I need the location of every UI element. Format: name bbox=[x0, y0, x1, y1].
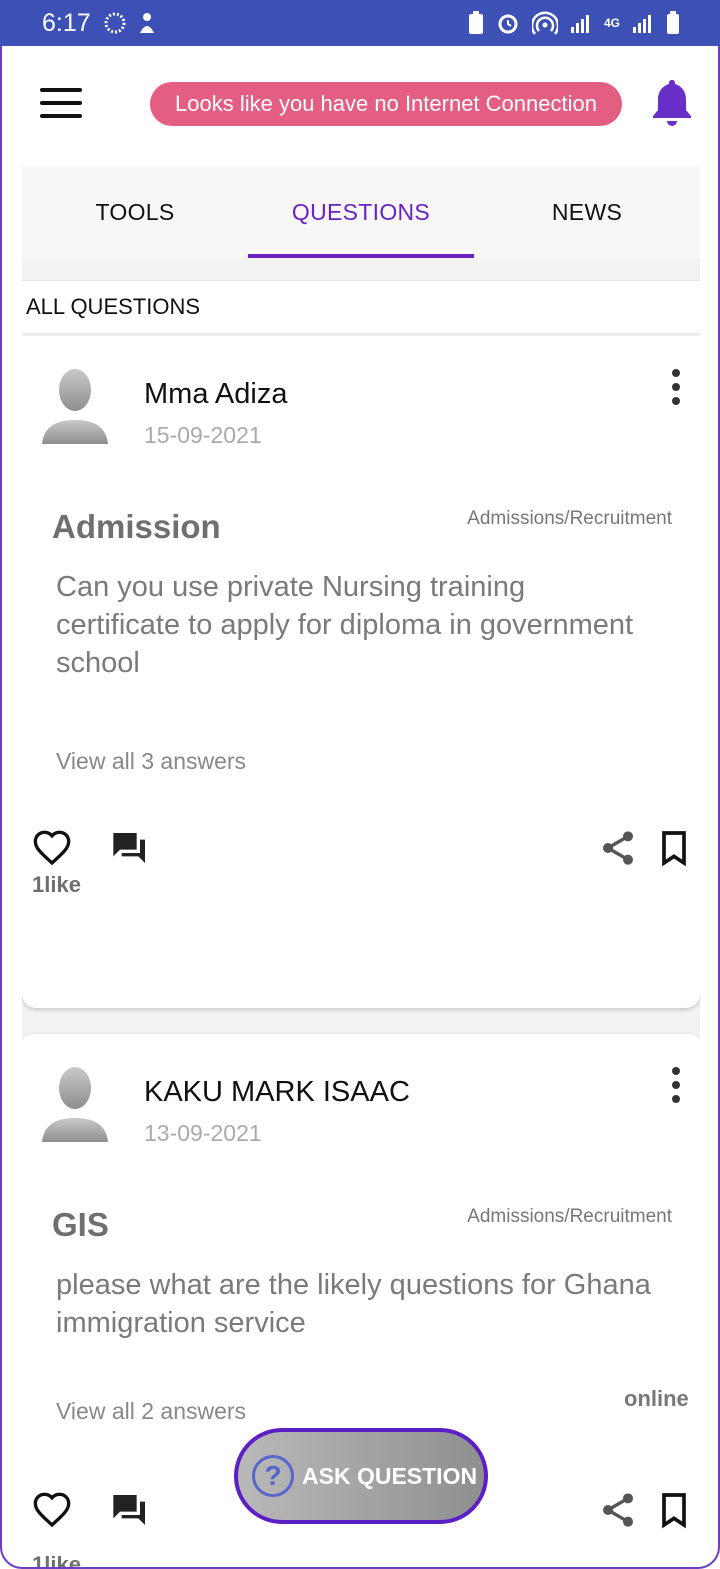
battery-icon bbox=[666, 11, 680, 35]
alarm-icon bbox=[496, 11, 520, 35]
comments-icon[interactable] bbox=[110, 828, 150, 868]
tab-news[interactable]: NEWS bbox=[474, 166, 700, 258]
question-title: Admission bbox=[52, 508, 221, 545]
signal-icon bbox=[632, 13, 654, 33]
question-category: Admissions/Recruitment bbox=[467, 508, 672, 529]
share-icon[interactable] bbox=[598, 1490, 638, 1530]
comments-icon[interactable] bbox=[110, 1490, 150, 1530]
question-card: Mma Adiza 15-09-2021 Admission Admission… bbox=[22, 336, 700, 1008]
notification-icon bbox=[137, 11, 157, 35]
app-frame: Looks like you have no Internet Connecti… bbox=[0, 46, 720, 1569]
bell-icon[interactable] bbox=[648, 76, 696, 128]
section-title: ALL QUESTIONS bbox=[22, 280, 700, 334]
more-options-icon[interactable] bbox=[662, 366, 690, 408]
question-category: Admissions/Recruitment bbox=[467, 1206, 672, 1227]
hotspot-icon bbox=[531, 11, 558, 35]
question-title: GIS bbox=[52, 1206, 109, 1243]
questions-feed[interactable]: ALL QUESTIONS Mma Adiza 15-09-2021 Admis… bbox=[22, 258, 700, 1569]
more-options-icon[interactable] bbox=[662, 1064, 690, 1106]
avatar bbox=[42, 366, 108, 446]
user-name[interactable]: Mma Adiza bbox=[144, 378, 287, 411]
avatar bbox=[42, 1064, 108, 1144]
tab-bar: TOOLS QUESTIONS NEWS bbox=[22, 166, 700, 258]
question-date: 15-09-2021 bbox=[144, 422, 262, 448]
status-bar: 6:17 4G bbox=[0, 0, 720, 46]
view-answers-link[interactable]: View all 2 answers bbox=[56, 1398, 246, 1425]
user-name[interactable]: KAKU MARK ISAAC bbox=[144, 1076, 410, 1109]
heart-icon[interactable] bbox=[32, 828, 72, 868]
share-icon[interactable] bbox=[598, 828, 638, 868]
signal-icon bbox=[570, 13, 592, 33]
sync-icon bbox=[103, 11, 127, 35]
status-time: 6:17 bbox=[42, 8, 91, 37]
question-body[interactable]: Can you use private Nursing training cer… bbox=[56, 568, 656, 682]
heart-icon[interactable] bbox=[32, 1490, 72, 1530]
hamburger-menu-icon[interactable] bbox=[40, 88, 82, 120]
question-mark-icon: ? bbox=[252, 1455, 294, 1497]
like-count: 1like bbox=[32, 1552, 81, 1569]
tab-tools[interactable]: TOOLS bbox=[22, 166, 248, 258]
bookmark-icon[interactable] bbox=[654, 828, 694, 868]
tab-questions[interactable]: QUESTIONS bbox=[248, 166, 474, 258]
question-date: 13-09-2021 bbox=[144, 1120, 262, 1146]
view-answers-link[interactable]: View all 3 answers bbox=[56, 748, 246, 775]
online-status: online bbox=[624, 1386, 689, 1411]
top-bar: Looks like you have no Internet Connecti… bbox=[2, 46, 718, 166]
battery-saver-icon bbox=[468, 11, 484, 35]
bookmark-icon[interactable] bbox=[654, 1490, 694, 1530]
like-count: 1like bbox=[32, 872, 81, 897]
ask-question-button[interactable]: ? ASK QUESTION bbox=[234, 1428, 488, 1524]
question-body[interactable]: please what are the likely questions for… bbox=[56, 1266, 656, 1342]
ask-question-label: ASK QUESTION bbox=[302, 1462, 478, 1489]
network-type: 4G bbox=[603, 16, 620, 30]
offline-banner: Looks like you have no Internet Connecti… bbox=[150, 82, 622, 126]
